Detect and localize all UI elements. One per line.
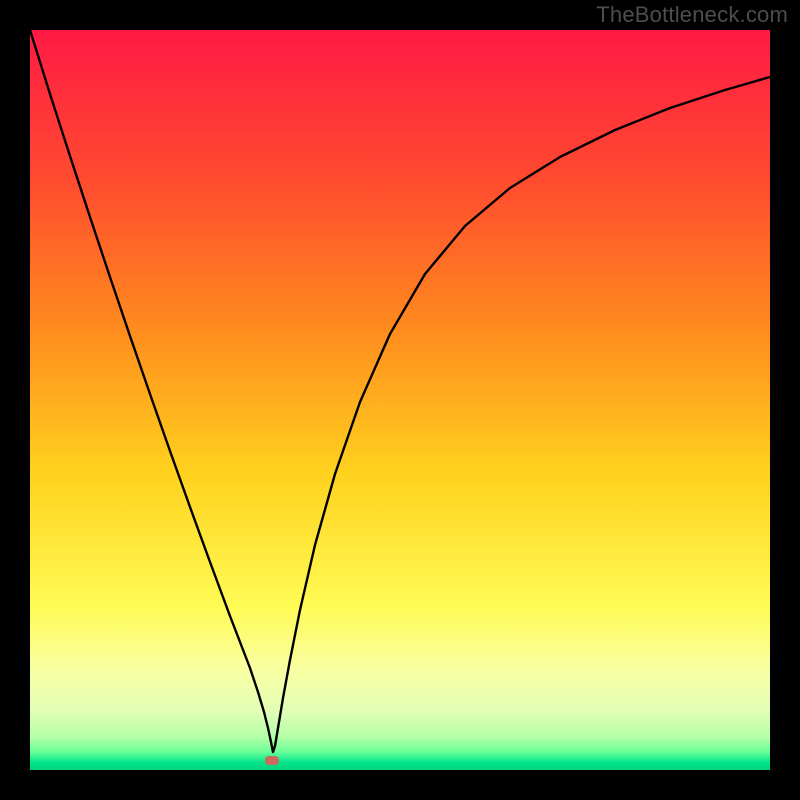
plot-area (30, 30, 770, 770)
chart-svg (30, 30, 770, 770)
gradient-background (30, 30, 770, 770)
watermark-text: TheBottleneck.com (596, 2, 788, 28)
chart-container: TheBottleneck.com (0, 0, 800, 800)
minimum-marker (265, 756, 279, 765)
